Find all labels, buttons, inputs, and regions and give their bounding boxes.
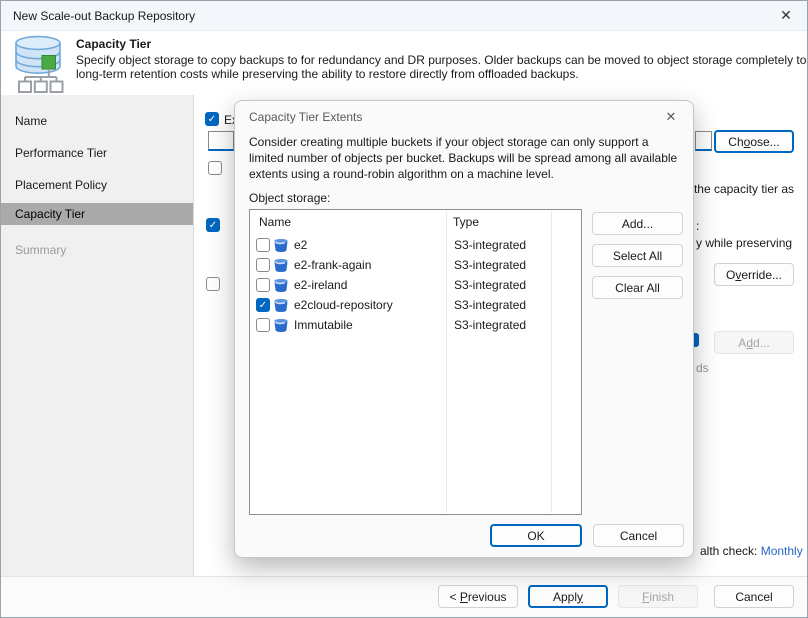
title-bar: New Scale-out Backup Repository ✕ [1,1,807,31]
sidebar-item-summary[interactable]: Summary [1,239,193,261]
ok-button[interactable]: OK [490,524,582,547]
row-checkbox[interactable]: ✓ [256,298,270,312]
health-check-link[interactable]: Monthly [761,544,803,558]
window-colon-fragment: : [696,219,699,233]
apply-button[interactable]: Apply [528,585,608,608]
page-title: Capacity Tier [76,37,151,51]
row-type: S3-integrated [454,318,526,332]
row-checkbox[interactable] [256,238,270,252]
clear-all-button[interactable]: Clear All [592,276,683,299]
cancel-button[interactable]: Cancel [714,585,794,608]
row-name: e2cloud-repository [294,298,393,312]
bucket-icon [273,297,290,313]
dialog-cancel-button[interactable]: Cancel [593,524,684,547]
sidebar-item-name[interactable]: Name [1,110,193,132]
row-name: e2 [294,238,307,252]
row-type: S3-integrated [454,258,526,272]
wizard-steps-sidebar: Name Performance Tier Placement Policy C… [1,95,194,578]
dialog-title: Capacity Tier Extents [249,110,362,124]
capacity-tier-extents-dialog: Capacity Tier Extents ✕ Consider creatin… [234,100,694,558]
object-storage-list[interactable]: Name Type e2 S3-integrated e2-frank-agai… [249,209,582,515]
bucket-icon [273,237,290,253]
bucket-icon [273,317,290,333]
row-checkbox[interactable] [256,278,270,292]
sidebar-item-placement-policy[interactable]: Placement Policy [1,174,193,196]
column-header-type[interactable]: Type [453,215,479,229]
health-check-line: alth check: Monthly [700,544,803,558]
scale-out-repository-icon [9,35,67,93]
previous-button[interactable]: < Previous [438,585,518,608]
row-name: e2-frank-again [294,258,371,272]
sidebar-item-capacity-tier[interactable]: Capacity Tier [1,203,193,225]
object-storage-combobox-fragment-right[interactable] [695,131,712,151]
copy-checkbox-fragment[interactable] [208,161,222,175]
row-type: S3-integrated [454,298,526,312]
page-description-line1: Specify object storage to copy backups t… [76,53,808,67]
move-option-text-fragment: y while preserving [696,236,792,250]
table-row[interactable]: e2 S3-integrated [251,235,579,255]
column-header-name[interactable]: Name [259,215,291,229]
copy-option-text-fragment: o the capacity tier as [684,182,794,196]
passwords-text-fragment: ds [696,361,709,375]
row-type: S3-integrated [454,278,526,292]
row-name: Immutabile [294,318,353,332]
object-storage-label: Object storage: [249,191,330,205]
page-description-line2: long-term retention costs while preservi… [76,67,579,81]
sidebar-item-performance-tier[interactable]: Performance Tier [1,142,193,164]
encrypt-checkbox-fragment[interactable] [206,277,220,291]
extend-capacity-checkbox[interactable]: ✓ [205,112,219,126]
dialog-close-icon[interactable]: ✕ [659,106,683,128]
wizard-footer: < Previous Apply Finish Cancel [1,576,807,617]
row-checkbox[interactable] [256,318,270,332]
override-button[interactable]: Override... [714,263,794,286]
dialog-body-line1: Consider creating multiple buckets if yo… [249,135,649,149]
finish-button[interactable]: Finish [618,585,698,608]
bucket-icon [273,257,290,273]
table-row[interactable]: e2-ireland S3-integrated [251,275,579,295]
wizard-header: Capacity Tier Specify object storage to … [1,31,807,95]
dialog-body-line2: limited number of objects per bucket. Ba… [249,151,677,165]
bucket-icon [273,277,290,293]
wizard-window: New Scale-out Backup Repository ✕ Capaci… [0,0,808,618]
move-checkbox-fragment[interactable]: ✓ [206,218,220,232]
table-row[interactable]: ✓ e2cloud-repository S3-integrated [251,295,579,315]
table-row[interactable]: Immutabile S3-integrated [251,315,579,335]
dialog-body-line3: extents using a round-robin algorithm on… [249,167,554,181]
row-type: S3-integrated [454,238,526,252]
health-check-text: alth check: [700,544,761,558]
add-password-button[interactable]: Add... [714,331,794,354]
table-row[interactable]: e2-frank-again S3-integrated [251,255,579,275]
choose-button[interactable]: Choose... [714,130,794,153]
object-storage-combobox-fragment[interactable] [208,131,234,151]
window-title: New Scale-out Backup Repository [13,1,195,31]
add-extent-button[interactable]: Add... [592,212,683,235]
select-all-button[interactable]: Select All [592,244,683,267]
row-name: e2-ireland [294,278,347,292]
row-checkbox[interactable] [256,258,270,272]
window-close-icon[interactable]: ✕ [773,4,799,27]
